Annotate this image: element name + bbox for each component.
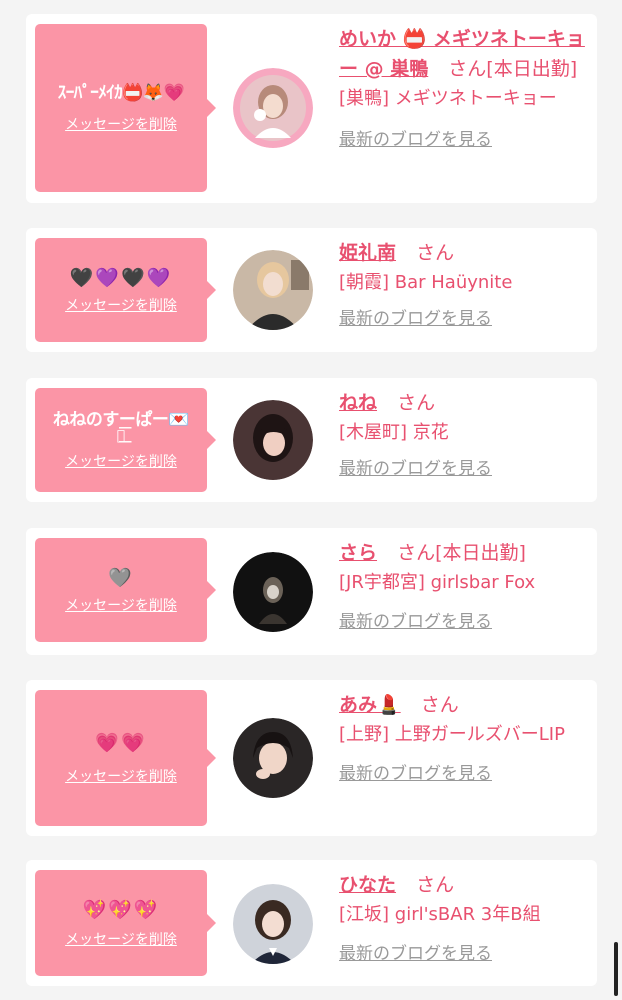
message-card: 🩶 メッセージを削除 さら さん[本日出勤] [JR宇都宮] girlsbar … [26,528,597,655]
message-card: 🖤💜🖤💜 メッセージを削除 姫礼南 さん [朝霞] Bar Haüynite 最… [26,228,597,352]
message-card: 💖💖💖 メッセージを削除 ひなた さん [江坂] girl'sBAR 3年B組 … [26,860,597,986]
shop-label: [朝霞] Bar Haüynite [339,272,513,293]
delete-message-link[interactable]: メッセージを削除 [65,295,177,315]
latest-blog-link[interactable]: 最新のブログを見る [339,457,492,481]
avatar-photo-icon [233,68,313,148]
honorific-status: さん [397,392,436,414]
latest-blog-link[interactable]: 最新のブログを見る [339,307,492,331]
delete-message-link[interactable]: メッセージを削除 [65,114,177,134]
name-line: ひなた さん [339,870,589,900]
cast-info: 姫礼南 さん [朝霞] Bar Haüynite 最新のブログを見る [339,238,589,331]
avatar[interactable] [233,552,313,632]
message-text: ｽｰﾊﾟｰﾒｲｶ📛🦊💗 [57,83,185,103]
latest-blog-link[interactable]: 最新のブログを見る [339,762,492,786]
message-bubble: 💗💗 メッセージを削除 [35,690,216,826]
message-text: 🩶 [108,567,134,589]
avatar-photo-icon [233,884,313,964]
shop-label: [巣鴨] メギツネトーキョー [339,88,557,109]
message-card: ねねのすーぱー💌 ｰ͟͟͞͞ メッセージを削除 ねね さん [木屋町] 京花 最… [26,378,597,502]
avatar[interactable] [233,718,313,798]
cast-name-link[interactable]: 姫礼南 [339,242,396,264]
shop-label: [木屋町] 京花 [339,422,449,443]
avatar-photo-icon [233,718,313,798]
message-bubble: 🖤💜🖤💜 メッセージを削除 [35,238,216,342]
message-text: 💖💖💖 [82,899,160,921]
avatar-photo-icon [233,250,313,330]
message-bubble: ねねのすーぱー💌 ｰ͟͟͞͞ メッセージを削除 [35,388,216,492]
delete-message-link[interactable]: メッセージを削除 [65,929,177,949]
avatar[interactable] [233,884,313,964]
avatar[interactable] [233,400,313,480]
message-bubble: ｽｰﾊﾟｰﾒｲｶ📛🦊💗 メッセージを削除 [35,24,216,192]
cast-name-link[interactable]: あみ💄 [339,694,401,716]
avatar[interactable] [233,250,313,330]
honorific-status: さん[本日出勤] [397,542,526,564]
message-text-continued: ｰ͟͟͞͞ [116,428,126,444]
shop-label: [JR宇都宮] girlsbar Fox [339,572,536,593]
shop-label: [江坂] girl'sBAR 3年B組 [339,904,541,925]
cast-info: ねね さん [木屋町] 京花 最新のブログを見る [339,388,589,481]
message-card: ｽｰﾊﾟｰﾒｲｶ📛🦊💗 メッセージを削除 めいか 📛 メギツネトーキョー @ 巣… [26,14,597,203]
latest-blog-link[interactable]: 最新のブログを見る [339,128,492,152]
message-bubble: 🩶 メッセージを削除 [35,538,216,642]
delete-message-link[interactable]: メッセージを削除 [65,451,177,471]
name-line: あみ💄 さん [339,690,589,720]
message-text: 💗💗 [95,732,147,754]
avatar-photo-icon [233,400,313,480]
name-line: さら さん[本日出勤] [339,538,589,568]
avatar-photo-icon [233,552,313,632]
latest-blog-link[interactable]: 最新のブログを見る [339,610,492,634]
name-line: ねね さん [339,388,589,418]
honorific-status: さん [420,694,459,716]
name-line: めいか 📛 メギツネトーキョー @ 巣鴨 さん[本日出勤] [339,24,589,84]
message-bubble: 💖💖💖 メッセージを削除 [35,870,216,976]
delete-message-link[interactable]: メッセージを削除 [65,595,177,615]
honorific-status: さん[本日出勤] [448,58,578,80]
delete-message-link[interactable]: メッセージを削除 [65,766,177,786]
shop-label: [上野] 上野ガールズバーLIP [339,724,565,745]
cast-name-link[interactable]: ひなた [339,874,396,896]
cast-info: めいか 📛 メギツネトーキョー @ 巣鴨 さん[本日出勤] [巣鴨] メギツネト… [339,24,589,152]
message-card: 💗💗 メッセージを削除 あみ💄 さん [上野] 上野ガールズバーLIP 最新のブ… [26,680,597,836]
avatar[interactable] [233,68,313,148]
latest-blog-link[interactable]: 最新のブログを見る [339,942,492,966]
cast-name-link[interactable]: さら [339,542,377,564]
cast-info: あみ💄 さん [上野] 上野ガールズバーLIP 最新のブログを見る [339,690,589,786]
message-text: 🖤💜🖤💜 [69,267,173,289]
honorific-status: さん [416,242,455,264]
cast-info: ひなた さん [江坂] girl'sBAR 3年B組 最新のブログを見る [339,870,589,966]
honorific-status: さん [416,874,455,896]
scrollbar[interactable] [614,942,618,996]
name-line: 姫礼南 さん [339,238,589,268]
cast-name-link[interactable]: ねね [339,392,377,414]
cast-info: さら さん[本日出勤] [JR宇都宮] girlsbar Fox 最新のブログを… [339,538,589,634]
